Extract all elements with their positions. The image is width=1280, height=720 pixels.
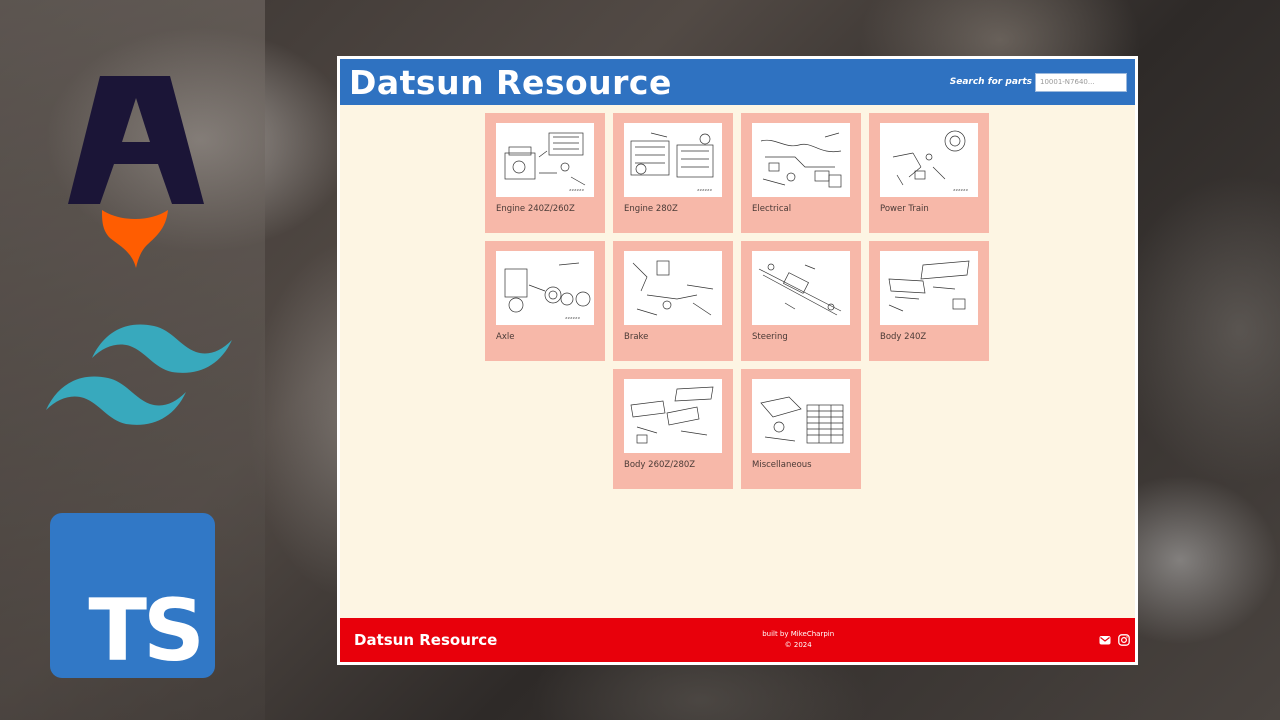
axle-diagram-icon: ###### (496, 251, 594, 325)
category-label: Body 260Z/280Z (624, 460, 696, 470)
search-bar: Search for parts (949, 72, 1127, 92)
category-grid: ###### Engine 240Z/260Z ###### Engine 28… (485, 113, 995, 489)
category-card-power-train[interactable]: ###### Power Train (869, 113, 989, 233)
instagram-icon[interactable] (1118, 634, 1131, 647)
svg-text:######: ###### (697, 188, 713, 192)
category-label: Engine 240Z/260Z (496, 204, 575, 214)
astro-logo (68, 76, 204, 268)
category-label: Body 240Z (880, 332, 927, 342)
category-card-axle[interactable]: ###### Axle (485, 241, 605, 361)
svg-text:######: ###### (569, 188, 585, 192)
category-card-engine-280z[interactable]: ###### Engine 280Z (613, 113, 733, 233)
mail-icon[interactable] (1099, 634, 1112, 647)
category-card-engine-240z-260z[interactable]: ###### Engine 240Z/260Z (485, 113, 605, 233)
category-card-brake[interactable]: Brake (613, 241, 733, 361)
tailwind-logo (46, 324, 232, 425)
clutch-diagram-icon: ###### (880, 123, 978, 197)
engine-diagram-icon: ###### (496, 123, 594, 197)
category-card-miscellaneous[interactable]: Miscellaneous (741, 369, 861, 489)
site-header: Datsun Resource Search for parts (340, 59, 1135, 105)
category-label: Miscellaneous (752, 460, 812, 470)
search-input[interactable] (1035, 72, 1127, 92)
category-label: Electrical (752, 204, 792, 214)
category-label: Brake (624, 332, 649, 342)
footer-credits: built by MikeCharpin © 2024 (762, 629, 834, 651)
search-label: Search for parts (949, 77, 1032, 87)
copyright-text: © 2024 (784, 641, 812, 649)
svg-text:######: ###### (953, 188, 969, 192)
ts-logo-text: TS (88, 581, 205, 681)
steering-diagram-icon (752, 251, 850, 325)
category-label: Steering (752, 332, 788, 342)
footer-social (1099, 634, 1131, 647)
category-label: Engine 280Z (624, 204, 678, 214)
category-card-steering[interactable]: Steering (741, 241, 861, 361)
misc-diagram-icon (752, 379, 850, 453)
typescript-logo: TS (50, 513, 215, 678)
body-diagram-icon (880, 251, 978, 325)
category-card-electrical[interactable]: Electrical (741, 113, 861, 233)
category-label: Axle (496, 332, 515, 342)
footer-logo[interactable]: Datsun Resource (354, 631, 497, 649)
browser-window: Datsun Resource Search for parts ###### (337, 56, 1138, 665)
wiring-diagram-icon (752, 123, 850, 197)
page: Datsun Resource Search for parts ###### (340, 59, 1135, 662)
brake-diagram-icon (624, 251, 722, 325)
site-logo[interactable]: Datsun Resource (349, 63, 672, 102)
svg-text:######: ###### (565, 316, 581, 320)
built-by-text[interactable]: built by MikeCharpin (762, 629, 834, 640)
body-diagram-icon (624, 379, 722, 453)
category-card-body-260z-280z[interactable]: Body 260Z/280Z (613, 369, 733, 489)
category-label: Power Train (880, 204, 929, 214)
engine-diagram-icon: ###### (624, 123, 722, 197)
site-footer: Datsun Resource built by MikeCharpin © 2… (340, 618, 1135, 662)
category-card-body-240z[interactable]: Body 240Z (869, 241, 989, 361)
